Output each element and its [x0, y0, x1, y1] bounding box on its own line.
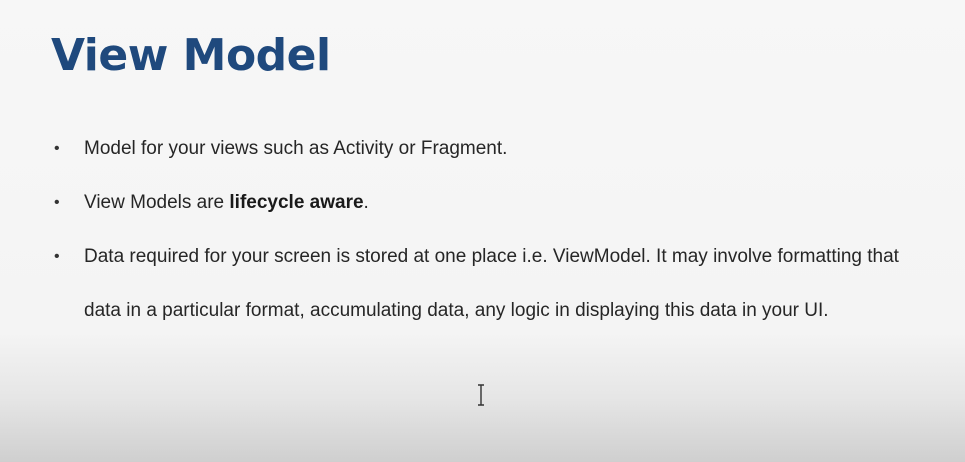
- bullet-marker: •: [54, 248, 60, 265]
- bullet-text-end: .: [363, 192, 369, 213]
- bullet-text: Data required for your screen is stored …: [84, 246, 899, 321]
- bullet-text: View Models are lifecycle aware.: [84, 192, 369, 213]
- bullet-text-bold: lifecycle aware: [229, 192, 364, 213]
- bullet-text-plain: View Models are: [84, 192, 230, 213]
- bullet-item: • Model for your views such as Activity …: [52, 122, 932, 176]
- text-cursor-icon: [478, 384, 484, 406]
- bullet-item: • Data required for your screen is store…: [52, 230, 932, 338]
- bullet-text: Model for your views such as Activity or…: [84, 138, 508, 159]
- bullet-marker: •: [54, 194, 60, 211]
- bullet-list: • Model for your views such as Activity …: [52, 122, 932, 338]
- slide-title: View Model: [51, 30, 331, 81]
- slide: View Model • Model for your views such a…: [0, 0, 965, 462]
- bullet-item: • View Models are lifecycle aware.: [52, 176, 932, 230]
- bullet-marker: •: [54, 140, 60, 157]
